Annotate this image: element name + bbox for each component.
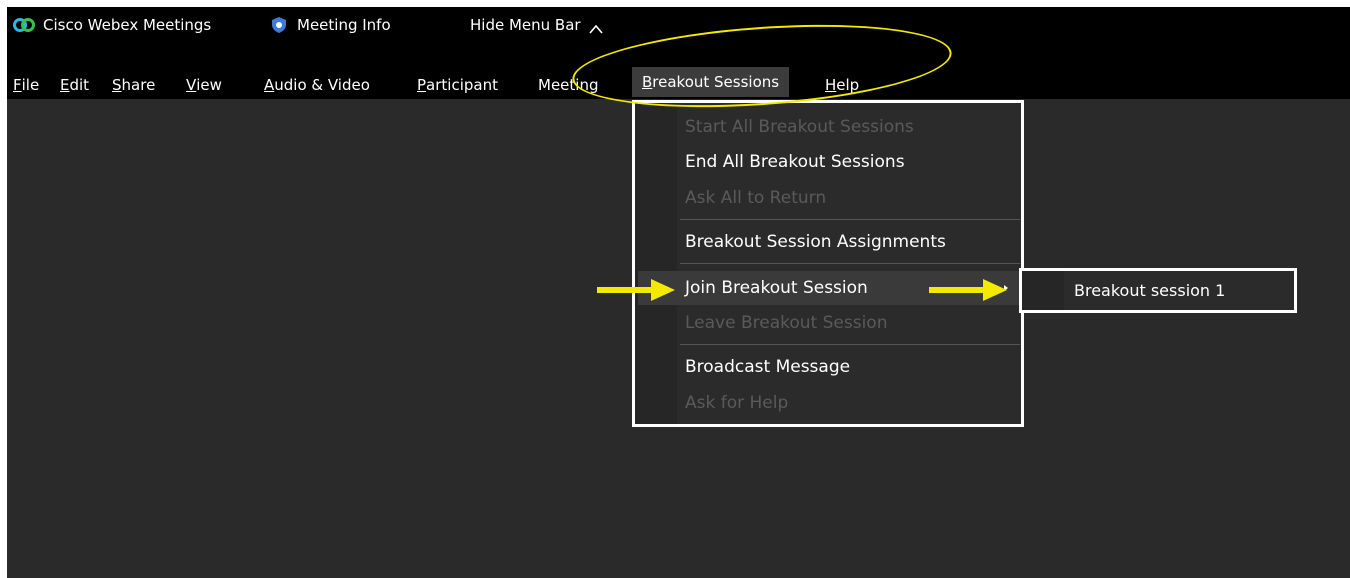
hide-menu-bar-button[interactable]: Hide Menu Bar — [470, 7, 603, 43]
dropdown-gutter — [635, 103, 677, 424]
broadcast-label: Broadcast Message — [685, 357, 851, 377]
menu-file-label: ile — [21, 76, 40, 94]
ask-help-label: Ask for Help — [685, 393, 789, 413]
webex-window: Cisco Webex Meetings Meeting Info Hide M… — [7, 7, 1350, 578]
breakout-session-1-item[interactable]: Breakout session 1 — [1074, 271, 1225, 310]
menu-view-label: iew — [196, 76, 222, 94]
menu-edit-label: dit — [69, 76, 90, 94]
broadcast-message-item[interactable]: Broadcast Message — [685, 350, 850, 384]
hide-menu-bar-label: Hide Menu Bar — [470, 16, 581, 34]
join-breakout-session-item[interactable]: Join Breakout Session — [685, 271, 868, 305]
menu-file-accel: F — [13, 76, 22, 94]
app-name: Cisco Webex Meetings — [43, 16, 212, 34]
shield-icon — [271, 16, 287, 34]
menu-view[interactable]: View — [186, 71, 222, 99]
assignments-label: Breakout Session Assignments — [685, 232, 946, 252]
menu-share-accel: S — [112, 76, 122, 94]
menu-participant[interactable]: Participant — [417, 71, 498, 99]
breakout-session-assignments-item[interactable]: Breakout Session Assignments — [685, 225, 946, 259]
start-all-label: Start All Breakout Sessions — [685, 117, 914, 137]
breakout-sessions-dropdown: Start All Breakout Sessions End All Brea… — [632, 100, 1024, 427]
dropdown-separator — [680, 263, 1020, 264]
menu-share[interactable]: Share — [112, 71, 155, 99]
join-label: Join Breakout Session — [685, 278, 868, 298]
dropdown-separator — [680, 219, 1020, 220]
menu-audio-video-label: udio & Video — [274, 76, 370, 94]
start-all-breakout-sessions-item[interactable]: Start All Breakout Sessions — [685, 110, 914, 144]
menu-view-accel: V — [186, 76, 197, 94]
leave-label: Leave Breakout Session — [685, 313, 888, 333]
breakout-session-1-label: Breakout session 1 — [1074, 281, 1226, 300]
dropdown-separator — [680, 344, 1020, 345]
menu-share-label: hare — [121, 76, 156, 94]
ask-all-return-label: Ask All to Return — [685, 188, 827, 208]
arrow-right-icon — [597, 277, 677, 303]
menu-audio-video[interactable]: Audio & Video — [264, 71, 370, 99]
submenu-gutter — [1022, 271, 1064, 310]
menu-edit[interactable]: Edit — [60, 71, 89, 99]
end-all-breakout-sessions-item[interactable]: End All Breakout Sessions — [685, 145, 905, 179]
ask-all-to-return-item[interactable]: Ask All to Return — [685, 181, 826, 215]
ask-for-help-item[interactable]: Ask for Help — [685, 386, 788, 420]
app-title: Cisco Webex Meetings — [13, 7, 211, 43]
meeting-info-button[interactable]: Meeting Info — [271, 7, 391, 43]
join-breakout-submenu: Breakout session 1 — [1019, 268, 1297, 313]
end-all-label: End All Breakout Sessions — [685, 152, 905, 172]
chevron-up-icon — [588, 20, 603, 34]
leave-breakout-session-item[interactable]: Leave Breakout Session — [685, 306, 887, 340]
menu-edit-accel: E — [60, 76, 70, 94]
meeting-info-label: Meeting Info — [297, 16, 391, 34]
webex-logo-icon — [13, 17, 35, 33]
menu-audio-video-accel: A — [264, 76, 275, 94]
arrow-right-icon — [929, 277, 1009, 303]
menu-participant-label: articipant — [426, 76, 498, 94]
menu-file[interactable]: File — [13, 71, 39, 99]
menu-participant-accel: P — [417, 76, 427, 94]
